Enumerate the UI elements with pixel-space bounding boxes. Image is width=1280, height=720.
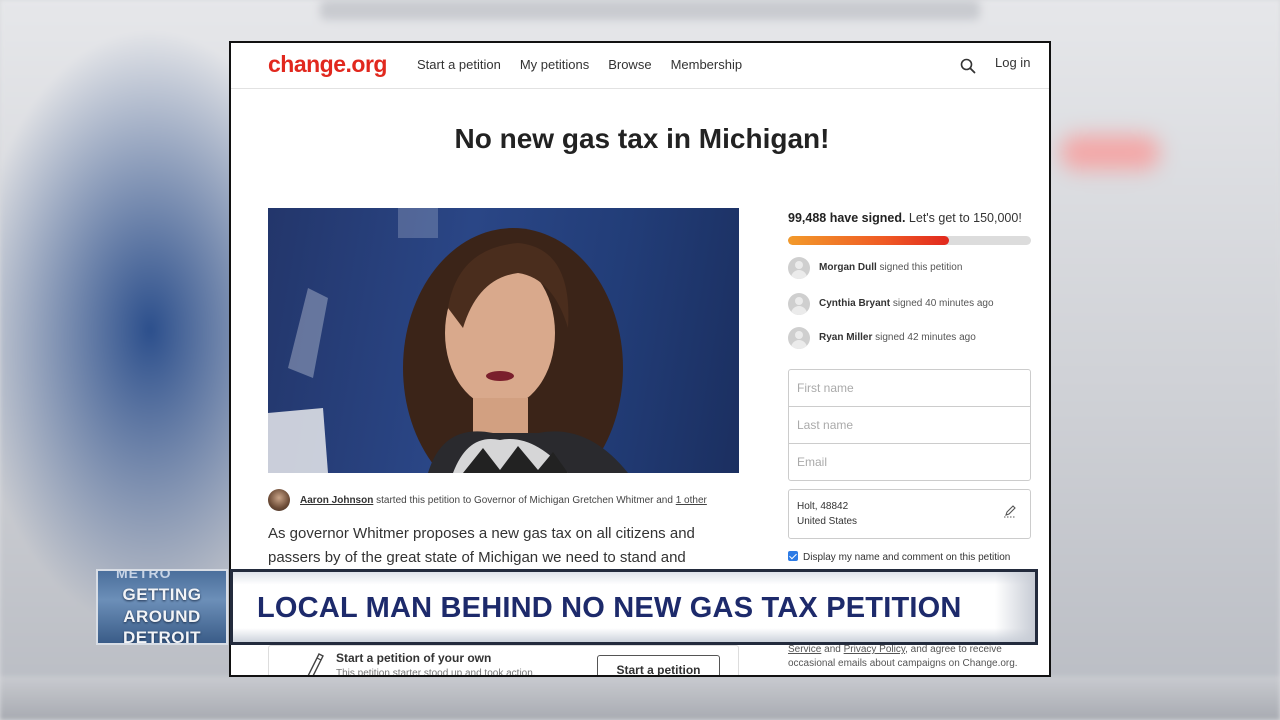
petition-photo	[268, 208, 739, 473]
progress-fill	[788, 236, 950, 245]
signer-name: Ryan Miller	[819, 332, 873, 343]
privacy-policy-link[interactable]: Privacy Policy	[844, 644, 906, 655]
news-lower-third: METRO GETTING AROUND DETROIT LOCAL MAN B…	[96, 569, 1038, 645]
petition-title: No new gas tax in Michigan!	[454, 123, 830, 154]
sign-form	[788, 369, 1031, 481]
display-name-checkbox[interactable]	[788, 551, 798, 561]
signer-name: Cynthia Bryant	[819, 298, 891, 309]
show-logo-line3: DETROIT	[122, 628, 202, 645]
recent-signer: Morgan Dull signed this petition	[788, 257, 1032, 279]
top-nav: change.org Start a petition My petitions…	[231, 43, 1049, 89]
signer-action: signed this petition	[876, 262, 963, 273]
recent-signer: Ryan Miller signed 42 minutes ago	[788, 327, 1032, 349]
start-petition-card: Start a petition of your own This petiti…	[268, 645, 739, 677]
search-icon[interactable]	[960, 58, 976, 74]
start-card-subtext: This petition starter stood up and took …	[336, 668, 536, 677]
starter-text: Aaron Johnson started this petition to G…	[300, 495, 707, 506]
blurred-top-bar	[320, 0, 980, 20]
nav-links: Start a petition My petitions Browse Mem…	[417, 57, 761, 72]
show-logo-top: METRO	[116, 569, 172, 581]
nav-membership[interactable]: Membership	[671, 57, 743, 72]
blurred-red-shape	[1060, 135, 1160, 170]
signer-text: Cynthia Bryant signed 40 minutes ago	[819, 298, 994, 309]
change-org-logo[interactable]: change.org	[268, 51, 387, 78]
news-headline: LOCAL MAN BEHIND NO NEW GAS TAX PETITION	[257, 592, 962, 624]
starter-name-link[interactable]: Aaron Johnson	[300, 495, 373, 506]
signed-count: 99,488 have signed.	[788, 211, 906, 225]
signer-text: Morgan Dull signed this petition	[819, 262, 962, 273]
location-country: United States	[797, 516, 858, 527]
start-petition-button[interactable]: Start a petition	[597, 655, 720, 675]
show-logo-line1: GETTING	[122, 585, 202, 604]
blurred-bottom-strip	[0, 676, 1280, 720]
starter-description: started this petition to Governor of Mic…	[373, 495, 676, 506]
start-card-heading: Start a petition of your own	[336, 651, 492, 665]
headline-bar: LOCAL MAN BEHIND NO NEW GAS TAX PETITION	[230, 569, 1038, 645]
nav-browse[interactable]: Browse	[608, 57, 651, 72]
email-field[interactable]	[788, 443, 1031, 481]
signer-text: Ryan Miller signed 42 minutes ago	[819, 332, 976, 343]
signer-avatar-icon	[788, 293, 810, 315]
display-name-option[interactable]: Display my name and comment on this peti…	[788, 551, 1010, 563]
signer-action: signed 42 minutes ago	[872, 332, 976, 343]
show-logo-line2: AROUND	[123, 607, 201, 626]
photo-illustration	[268, 208, 628, 473]
terms-of-service-link[interactable]: Service	[788, 644, 821, 655]
signer-action: signed 40 minutes ago	[890, 298, 994, 309]
terms-and: and	[821, 644, 844, 655]
signature-goal: Let's get to 150,000!	[905, 211, 1022, 225]
signer-avatar-icon	[788, 257, 810, 279]
location-box[interactable]: Holt, 48842 United States	[788, 489, 1031, 539]
first-name-field[interactable]	[788, 369, 1031, 407]
signer-name: Morgan Dull	[819, 262, 877, 273]
signature-progress-bar	[788, 236, 1031, 245]
recent-signer: Cynthia Bryant signed 40 minutes ago	[788, 293, 1032, 315]
petition-body: As governor Whitmer proposes a new gas t…	[268, 525, 695, 566]
pen-icon	[307, 653, 324, 675]
signature-count: 99,488 have signed. Let's get to 150,000…	[788, 211, 1022, 225]
display-name-label: Display my name and comment on this peti…	[803, 552, 1011, 563]
nav-start-petition[interactable]: Start a petition	[417, 57, 501, 72]
starter-avatar[interactable]	[268, 489, 290, 511]
login-link[interactable]: Log in	[995, 55, 1030, 70]
edit-icon[interactable]	[1003, 504, 1017, 518]
terms-text: Service and Privacy Policy, and agree to…	[788, 643, 1031, 671]
nav-my-petitions[interactable]: My petitions	[520, 57, 589, 72]
show-logo: METRO GETTING AROUND DETROIT	[96, 569, 228, 645]
starter-other-link[interactable]: 1 other	[676, 495, 707, 506]
last-name-field[interactable]	[788, 406, 1031, 444]
signer-avatar-icon	[788, 327, 810, 349]
location-city-zip: Holt, 48842	[797, 501, 849, 512]
petition-starter: Aaron Johnson started this petition to G…	[268, 489, 739, 513]
